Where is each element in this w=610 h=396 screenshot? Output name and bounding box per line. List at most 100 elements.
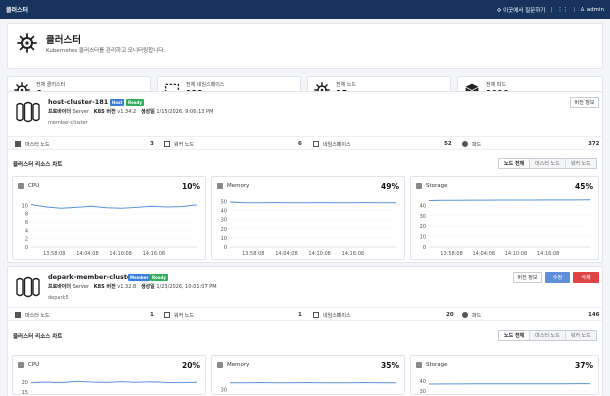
master-node-label: 마스터 노드: [25, 141, 50, 148]
y-tick-label: 50: [221, 200, 227, 206]
series-line: [30, 204, 198, 209]
cpu-percent: 20%: [182, 361, 200, 370]
app-grid-icon[interactable]: ⋮⋮: [557, 7, 568, 13]
cluster-name[interactable]: host-cluster-181: [48, 98, 108, 106]
storage-panel-title: Storage: [416, 362, 448, 368]
worker-node-label: 워커 노드: [174, 141, 194, 148]
series-line: [428, 199, 591, 201]
tab-all-nodes[interactable]: 노드 전체: [499, 159, 530, 168]
master-node-label: 마스터 노드: [25, 312, 50, 319]
storage-percent: 37%: [575, 361, 593, 370]
delete-button[interactable]: 삭제: [573, 272, 599, 283]
worker-icon: [164, 141, 170, 147]
pod-summary: 파드: [462, 308, 481, 322]
chart-section-title: 클러스터 리소스 차트: [13, 334, 63, 340]
version-value: v1.34.2: [117, 109, 137, 115]
cluster-type: depark5: [48, 295, 69, 301]
y-tick-label: 10: [22, 203, 28, 209]
namespace-label: 네임스페이스: [323, 312, 351, 319]
memory-percent: 49%: [381, 182, 399, 191]
version-label: K8S 버전: [93, 284, 116, 290]
top-bar: 클러스터 ✣ 이곳에서 질문하기 | ⋮⋮ | ♙ admin: [0, 0, 610, 19]
version-label: K8S 버전: [93, 109, 116, 115]
pod-icon: [462, 141, 468, 147]
y-tick-label: 20: [420, 224, 426, 230]
cpu-icon: [18, 362, 24, 368]
y-tick-label: 40: [221, 209, 227, 215]
created-label: 생성일: [140, 109, 155, 115]
y-tick-label: 0: [224, 245, 227, 251]
y-tick-label: 10: [221, 236, 227, 242]
version-value: v1.32.8: [117, 284, 137, 290]
series-line: [30, 380, 198, 384]
edit-button[interactable]: 수정: [545, 272, 570, 283]
divider: |: [550, 6, 553, 13]
y-tick-label: 8: [25, 212, 28, 218]
host-badge: Host: [110, 99, 125, 106]
tab-worker-nodes[interactable]: 워커 노드: [564, 331, 596, 340]
namespace-label: 네임스페이스: [323, 141, 351, 148]
worker-node-summary: 워커 노드: [164, 308, 194, 322]
memory-icon: [217, 362, 223, 368]
cluster-cylinders-icon: [16, 276, 40, 298]
ready-badge: Ready: [126, 99, 144, 106]
cpu-panel-title: CPU: [18, 362, 39, 368]
tab-worker-nodes[interactable]: 워커 노드: [564, 159, 596, 168]
storage-percent: 45%: [575, 182, 593, 191]
provider-label: 프로바이더: [48, 109, 72, 115]
x-tick-label: 14:10:08: [109, 251, 131, 257]
help-link[interactable]: ✣ 이곳에서 질문하기: [497, 6, 546, 14]
storage-icon: [416, 183, 422, 189]
tab-master-nodes[interactable]: 마스터 노드: [529, 159, 565, 168]
x-tick-label: 14:16:08: [342, 251, 364, 257]
version-info-button[interactable]: 버전 정보: [570, 97, 599, 108]
node-filter-tabs: 노드 전체 마스터 노드 워커 노드: [498, 330, 597, 341]
worker-node-summary: 워커 노드: [164, 137, 194, 151]
memory-panel-title: Memory: [217, 362, 249, 368]
node-filter-tabs: 노드 전체 마스터 노드 워커 노드: [498, 158, 597, 169]
y-tick-label: 6: [25, 220, 28, 226]
x-tick-label: 14:16:08: [143, 251, 165, 257]
divider: |: [573, 6, 576, 13]
namespace-icon: [313, 312, 319, 318]
y-tick-label: 10: [420, 235, 426, 241]
version-info-button[interactable]: 버전 정보: [513, 272, 542, 283]
storage-line-chart: 0 10 20 30 40 13:58:08 14:04:08 14:10:08 14:16:0…: [420, 199, 591, 257]
cluster-name[interactable]: depark-member-cluster: [48, 273, 135, 281]
server-icon: [15, 312, 21, 318]
memory-icon: [217, 183, 223, 189]
cpu-percent: 10%: [182, 182, 200, 191]
cpu-chart-panel: CPU 10% 0 2 4 6 8 10 13:58:08 14:04:08 14:10:08 1…: [12, 176, 206, 260]
page-subtitle: Kubernetes 클러스터를 관리하고 모니터링합니다.: [46, 48, 166, 54]
stat-label: 전체 파드: [486, 82, 506, 88]
memory-line-chart: 30: [221, 381, 396, 393]
provider-label: 프로바이더: [48, 284, 72, 290]
x-tick-label: 13:58:08: [43, 251, 65, 257]
storage-icon: [416, 362, 422, 368]
user-menu[interactable]: ♙ admin: [580, 7, 604, 13]
pod-icon: [462, 312, 468, 318]
series-line: [229, 201, 397, 204]
tab-all-nodes[interactable]: 노드 전체: [499, 331, 530, 340]
topbar-actions: ✣ 이곳에서 질문하기 | ⋮⋮ | ♙ admin: [497, 6, 604, 14]
namespace-icon: [313, 141, 319, 147]
memory-percent: 35%: [381, 361, 399, 370]
page-title: 클러스터: [46, 35, 81, 46]
cpu-line-chart: 1520: [22, 380, 198, 396]
tab-master-nodes[interactable]: 마스터 노드: [529, 331, 565, 340]
user-icon: ♙: [580, 6, 586, 13]
worker-icon: [164, 312, 170, 318]
y-tick-label: 30: [420, 389, 426, 395]
memory-label: Memory: [227, 362, 250, 368]
cluster-type: member-cluster: [48, 120, 88, 126]
memory-label: Memory: [227, 183, 250, 189]
cpu-panel-title: CPU: [18, 183, 39, 189]
worker-node-label: 워커 노드: [174, 312, 194, 319]
y-tick-label: 30: [221, 218, 227, 224]
y-tick-label: 20: [22, 380, 28, 386]
member-badge: Member: [128, 274, 151, 281]
cpu-chart-panel: CPU 20% 15 20: [12, 355, 206, 396]
storage-chart-panel: Storage 37% 30 40: [410, 355, 599, 395]
x-tick-label: 13:58:08: [242, 251, 264, 257]
server-icon: [15, 141, 21, 147]
